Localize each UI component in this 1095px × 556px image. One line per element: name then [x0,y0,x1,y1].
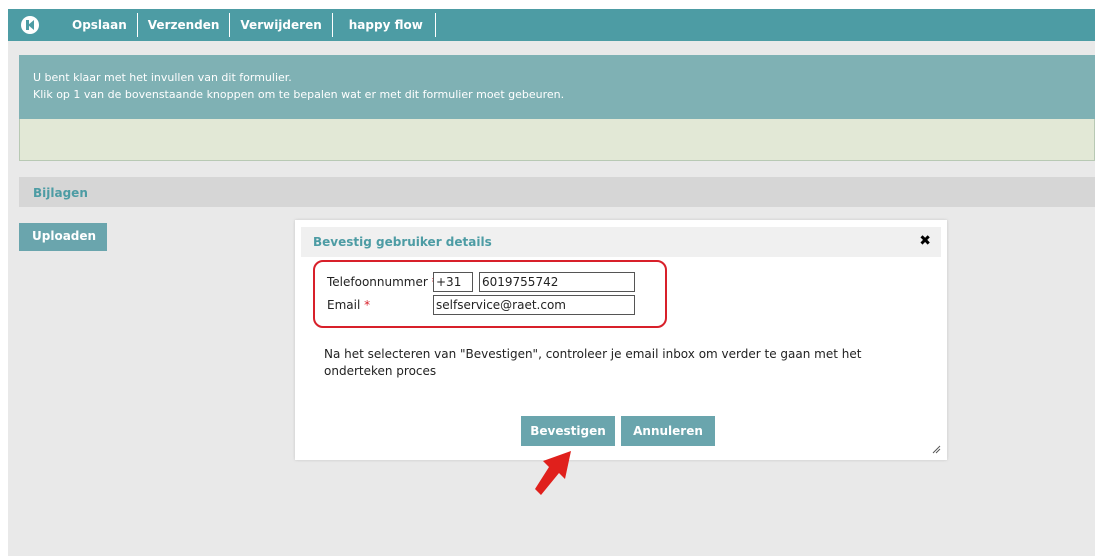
banner-line-1: U bent klaar met het invullen van dit fo… [33,71,292,84]
phone-number-input[interactable] [479,272,635,292]
app-logo[interactable] [8,9,52,41]
banner-empty-area [19,119,1095,161]
cancel-button[interactable]: Annuleren [621,416,715,446]
delete-button[interactable]: Verwijderen [230,13,333,37]
confirm-button[interactable]: Bevestigen [521,416,615,446]
highlight-outline [313,260,667,328]
required-marker: * [364,298,371,312]
resize-handle-icon[interactable] [932,445,941,454]
info-banner: U bent klaar met het invullen van dit fo… [19,55,1095,119]
email-input[interactable] [433,295,635,315]
save-button[interactable]: Opslaan [52,13,138,37]
confirm-user-details-dialog: Bevestig gebruiker details ✖ Telefoonnum… [295,220,947,460]
happy-flow-button[interactable]: happy flow [333,13,436,37]
instruction-text: Na het selecteren van "Bevestigen", cont… [324,347,862,378]
close-icon[interactable]: ✖ [919,233,931,249]
phone-label: Telefoonnummer * [327,275,438,289]
attachments-section-title: Bijlagen [19,177,1095,207]
banner-line-2: Klik op 1 van de bovenstaande knoppen om… [33,88,565,101]
logo-icon [21,16,39,34]
app-window: Opslaan Verzenden Verwijderen happy flow… [8,9,1095,556]
dialog-header: Bevestig gebruiker details ✖ [301,227,941,257]
phone-prefix-input[interactable] [433,272,473,292]
upload-button[interactable]: Uploaden [19,223,107,251]
top-toolbar: Opslaan Verzenden Verwijderen happy flow [8,9,1095,41]
pointer-arrow-icon [535,451,571,495]
dialog-title: Bevestig gebruiker details [313,235,492,249]
email-label: Email * [327,298,371,312]
send-button[interactable]: Verzenden [138,13,231,37]
